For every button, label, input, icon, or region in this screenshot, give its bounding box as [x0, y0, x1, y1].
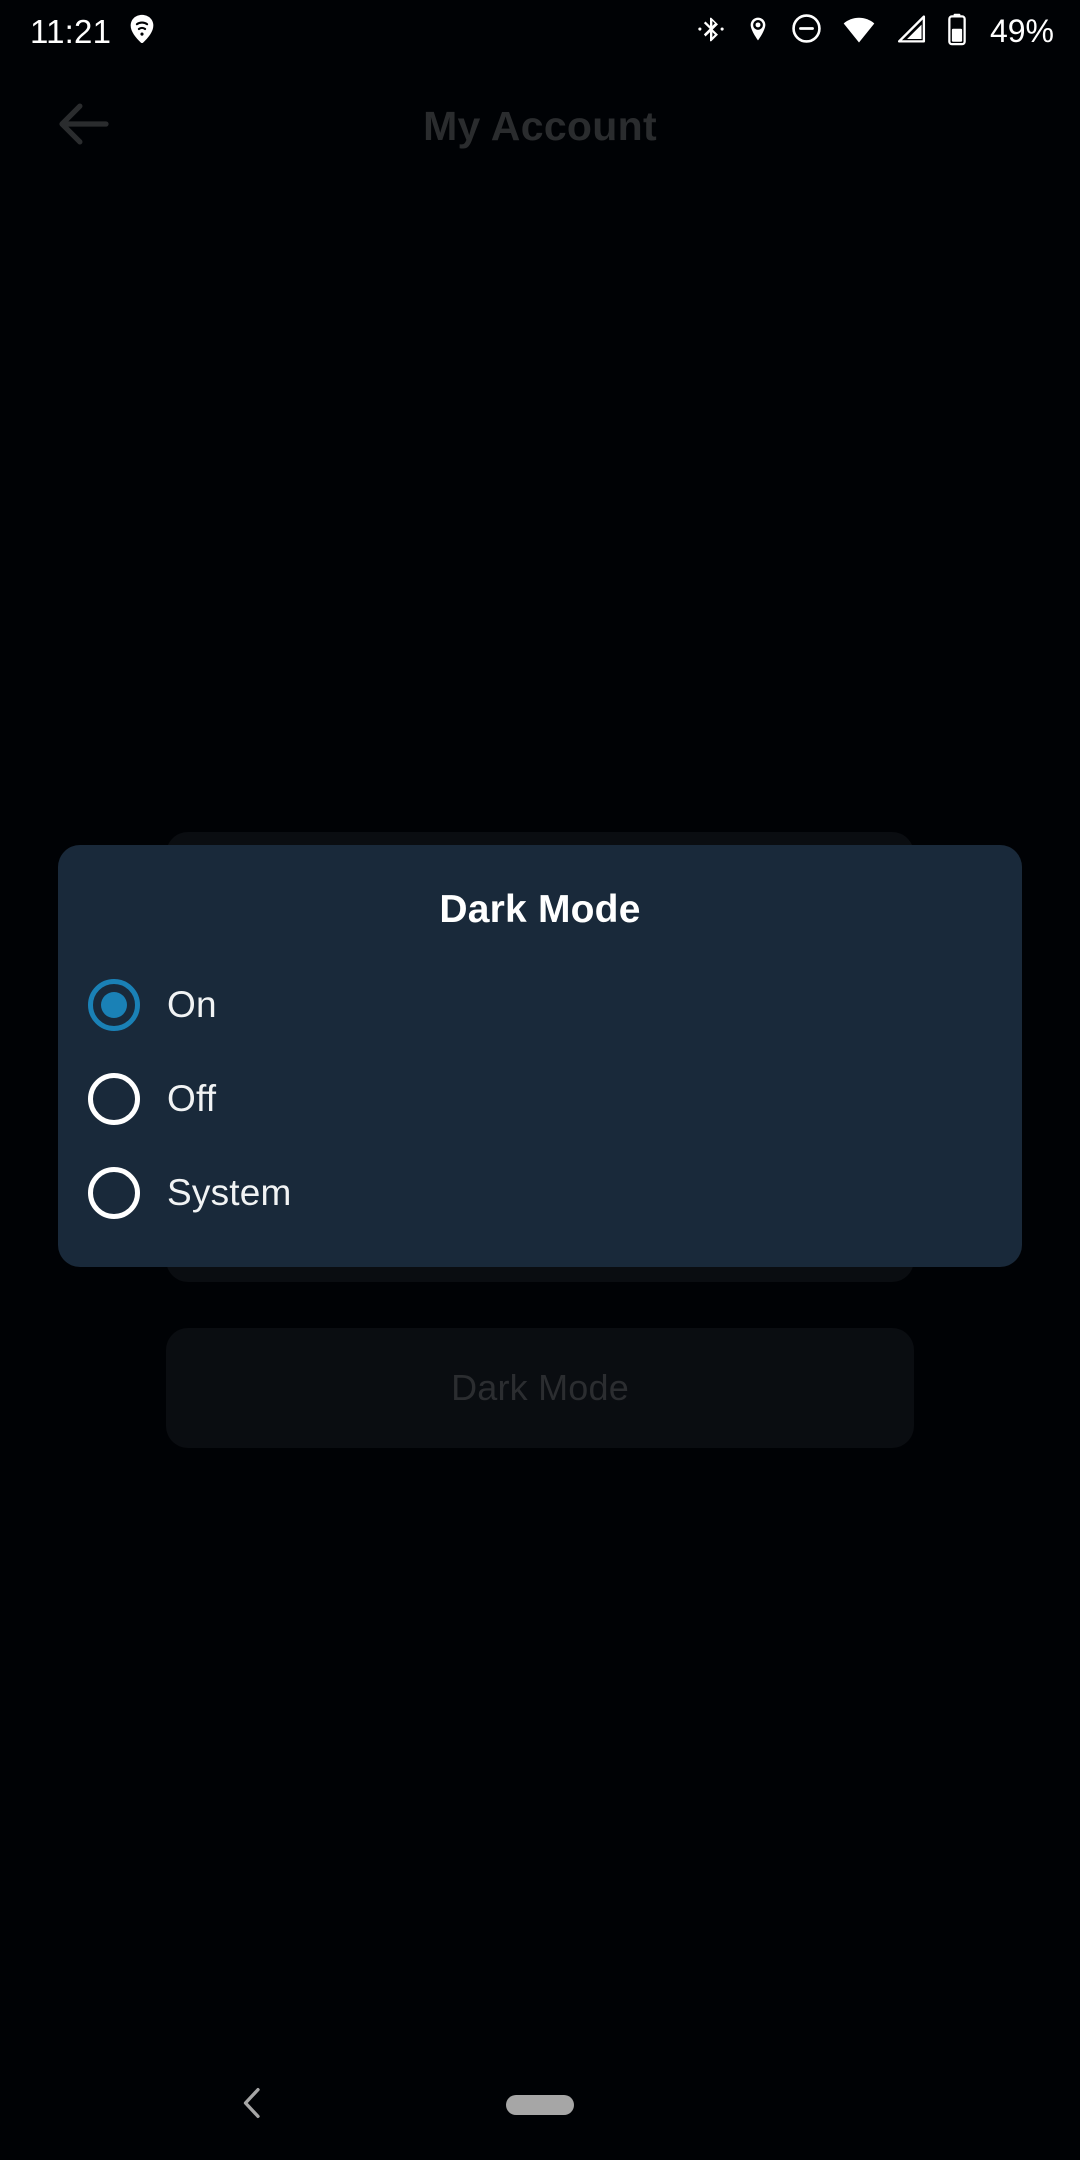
status-bar: 11:21 49%: [0, 0, 1080, 62]
dark-mode-dialog: Dark Mode On Off System: [58, 845, 1022, 1267]
home-pill-indicator[interactable]: [506, 2095, 574, 2115]
dark-mode-radio-group: On Off System: [58, 958, 1022, 1240]
background-dark-mode-row[interactable]: Dark Mode: [166, 1328, 914, 1448]
battery-percent-label: 49%: [989, 13, 1054, 49]
cellular-signal-icon: [895, 12, 928, 51]
location-pin-icon: [744, 12, 772, 51]
status-clock: 11:21: [30, 12, 112, 50]
radio-option-system-label: System: [167, 1172, 292, 1213]
dialog-title: Dark Mode: [439, 888, 641, 931]
radio-option-off-label: Off: [167, 1078, 217, 1119]
system-nav-bar: [0, 2050, 1080, 2160]
background-dark-mode-label: Dark Mode: [451, 1367, 629, 1408]
do-not-disturb-icon: [790, 12, 823, 50]
page-title: My Account: [423, 102, 657, 149]
radio-option-on-label: On: [167, 984, 217, 1025]
app-bar: My Account: [0, 62, 1080, 190]
status-bar-right: 49%: [696, 12, 1054, 51]
wifi-icon: [841, 12, 877, 51]
radio-option-on[interactable]: On: [58, 958, 1022, 1052]
battery-icon: [946, 12, 968, 51]
radio-button-unselected-icon[interactable]: [88, 1073, 140, 1125]
wifi-calling-icon: [125, 12, 159, 51]
radio-option-system[interactable]: System: [58, 1146, 1022, 1240]
phone-screen: 11:21 49% My Account Dark Mode Dark Mode…: [0, 0, 1080, 2160]
radio-button-unselected-icon[interactable]: [88, 1167, 140, 1219]
chevron-left-icon: [233, 2083, 273, 2128]
status-bar-left: 11:21: [30, 12, 159, 51]
radio-option-off[interactable]: Off: [58, 1052, 1022, 1146]
radio-button-selected-icon[interactable]: [88, 979, 140, 1031]
nav-back-button[interactable]: [208, 2060, 298, 2150]
bluetooth-icon: [696, 12, 726, 51]
